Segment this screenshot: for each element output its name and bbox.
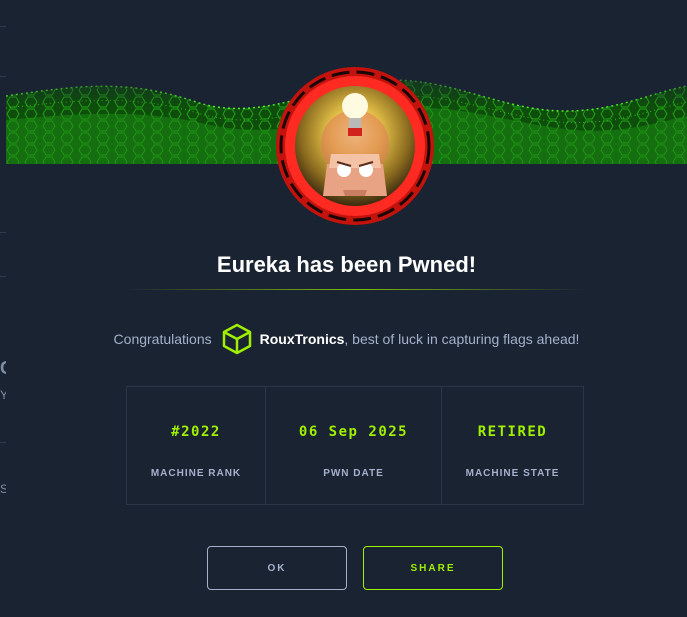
stat-label: PWN DATE — [323, 468, 384, 479]
title-divider — [126, 289, 584, 290]
stat-machine-rank: #2022 MACHINE RANK — [127, 387, 266, 504]
stat-value: RETIRED — [477, 424, 548, 440]
stat-machine-state: RETIRED MACHINE STATE — [442, 387, 583, 504]
machine-avatar — [275, 66, 435, 226]
share-button[interactable]: SHARE — [363, 546, 503, 590]
ok-button[interactable]: OK — [207, 546, 347, 590]
stat-value: 06 Sep 2025 — [298, 424, 409, 440]
page: C Y S — [0, 0, 687, 617]
hackthebox-cube-icon — [222, 323, 252, 355]
modal-title: Eureka has been Pwned! — [216, 252, 477, 277]
congrats-message: Congratulations RouxTronics , best of lu… — [6, 322, 687, 356]
pwned-modal: Eureka has been Pwned! Congratulations R… — [6, 0, 687, 617]
congrats-suffix: , best of luck in capturing flags ahead! — [344, 331, 580, 347]
stat-label: MACHINE STATE — [465, 468, 560, 479]
stat-value: #2022 — [171, 424, 221, 440]
stat-label: MACHINE RANK — [150, 468, 242, 479]
lightbulb-head-avatar-icon — [276, 67, 434, 225]
congrats-prefix: Congratulations — [113, 331, 212, 347]
pwn-stats-table: #2022 MACHINE RANK 06 Sep 2025 PWN DATE … — [126, 386, 584, 505]
username-link[interactable]: RouxTronics — [260, 331, 345, 347]
stat-pwn-date: 06 Sep 2025 PWN DATE — [266, 387, 442, 504]
